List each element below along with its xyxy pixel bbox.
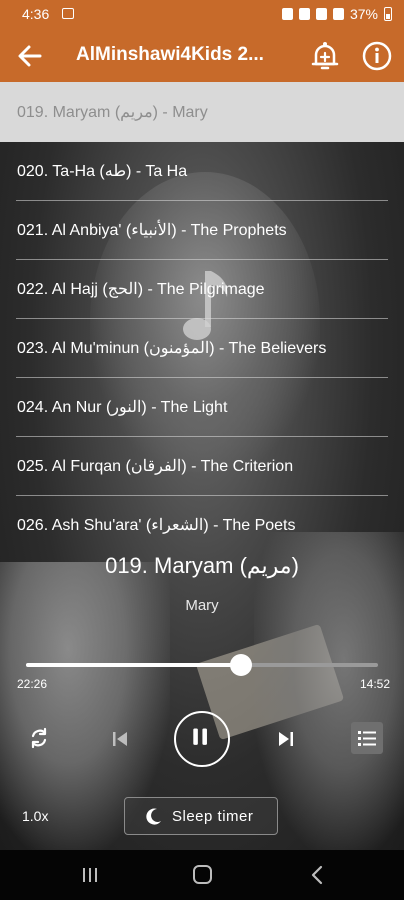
next-icon[interactable] [276, 729, 296, 749]
queue-button[interactable] [351, 722, 383, 754]
total-time: 14:52 [359, 677, 390, 691]
pause-button[interactable] [174, 711, 230, 767]
status-bar: 4:36 37% [0, 0, 404, 30]
gallery-notification-icon [62, 8, 74, 19]
track-label: 019. Maryam (مريم) - Mary [17, 104, 208, 121]
sleep-timer-button[interactable]: Sleep timer [124, 797, 278, 835]
track-label: 025. Al Furqan (الفرقان) - The Criterion [17, 458, 294, 475]
sleep-timer-label: Sleep timer [172, 808, 254, 825]
battery-percent: 37% [349, 6, 378, 22]
track-label: 026. Ash Shu'ara' (الشعراء) - The Poets [17, 517, 296, 534]
track-row[interactable]: 021. Al Anbiya' (الأنبياء) - The Prophet… [16, 201, 388, 260]
phone-screen: 4:36 37% AlMinshawi4Kids 2... 019. Marya… [0, 0, 404, 900]
home-icon[interactable] [193, 865, 212, 884]
status-time: 4:36 [22, 6, 50, 22]
nav-back-icon[interactable] [310, 864, 324, 886]
track-label: 024. An Nur (النور) - The Light [17, 399, 228, 416]
previous-icon[interactable] [110, 729, 130, 749]
track-label: 023. Al Mu'minun (المؤمنون) - The Believ… [17, 340, 327, 357]
track-row[interactable]: 024. An Nur (النور) - The Light [16, 378, 388, 437]
app-title: AlMinshawi4Kids 2... [76, 44, 264, 65]
back-arrow-icon[interactable] [14, 40, 46, 72]
mute-icon [298, 8, 310, 20]
track-row[interactable]: 020. Ta-Ha (طه) - Ta Ha [16, 142, 388, 201]
now-playing-subtitle: Mary [185, 597, 219, 614]
bell-add-icon[interactable] [308, 40, 342, 72]
wifi-icon [315, 8, 327, 20]
track-row[interactable]: 022. Al Hajj (الحج) - The Pilgrimage [16, 260, 388, 319]
battery-icon [384, 7, 392, 21]
track-row[interactable]: 023. Al Mu'minun (المؤمنون) - The Believ… [16, 319, 388, 378]
info-icon[interactable] [362, 41, 392, 71]
signal-icon [332, 8, 344, 20]
track-label: 022. Al Hajj (الحج) - The Pilgrimage [17, 281, 265, 298]
app-bar: AlMinshawi4Kids 2... [0, 30, 404, 82]
track-row[interactable]: 026. Ash Shu'ara' (الشعراء) - The Poets [16, 496, 388, 554]
seek-bar[interactable] [26, 654, 378, 676]
seek-progress [26, 663, 241, 667]
track-label: 021. Al Anbiya' (الأنبياء) - The Prophet… [17, 222, 287, 239]
recents-icon[interactable] [80, 866, 100, 884]
playback-speed[interactable]: 1.0x [22, 808, 48, 824]
track-row-current[interactable]: 019. Maryam (مريم) - Mary [0, 82, 404, 142]
now-playing-title: 019. Maryam (مريم) [105, 553, 299, 578]
seek-thumb[interactable] [229, 654, 252, 676]
elapsed-time: 22:26 [17, 677, 48, 691]
track-list: 019. Maryam (مريم) - Mary 020. Ta-Ha (طه… [0, 82, 404, 554]
track-row[interactable]: 025. Al Furqan (الفرقان) - The Criterion [16, 437, 388, 496]
repeat-icon[interactable] [28, 727, 50, 749]
alarm-icon [281, 8, 293, 20]
pause-icon [193, 728, 207, 745]
moon-icon [146, 808, 161, 825]
track-label: 020. Ta-Ha (طه) - Ta Ha [17, 163, 188, 180]
queue-icon [358, 731, 376, 746]
